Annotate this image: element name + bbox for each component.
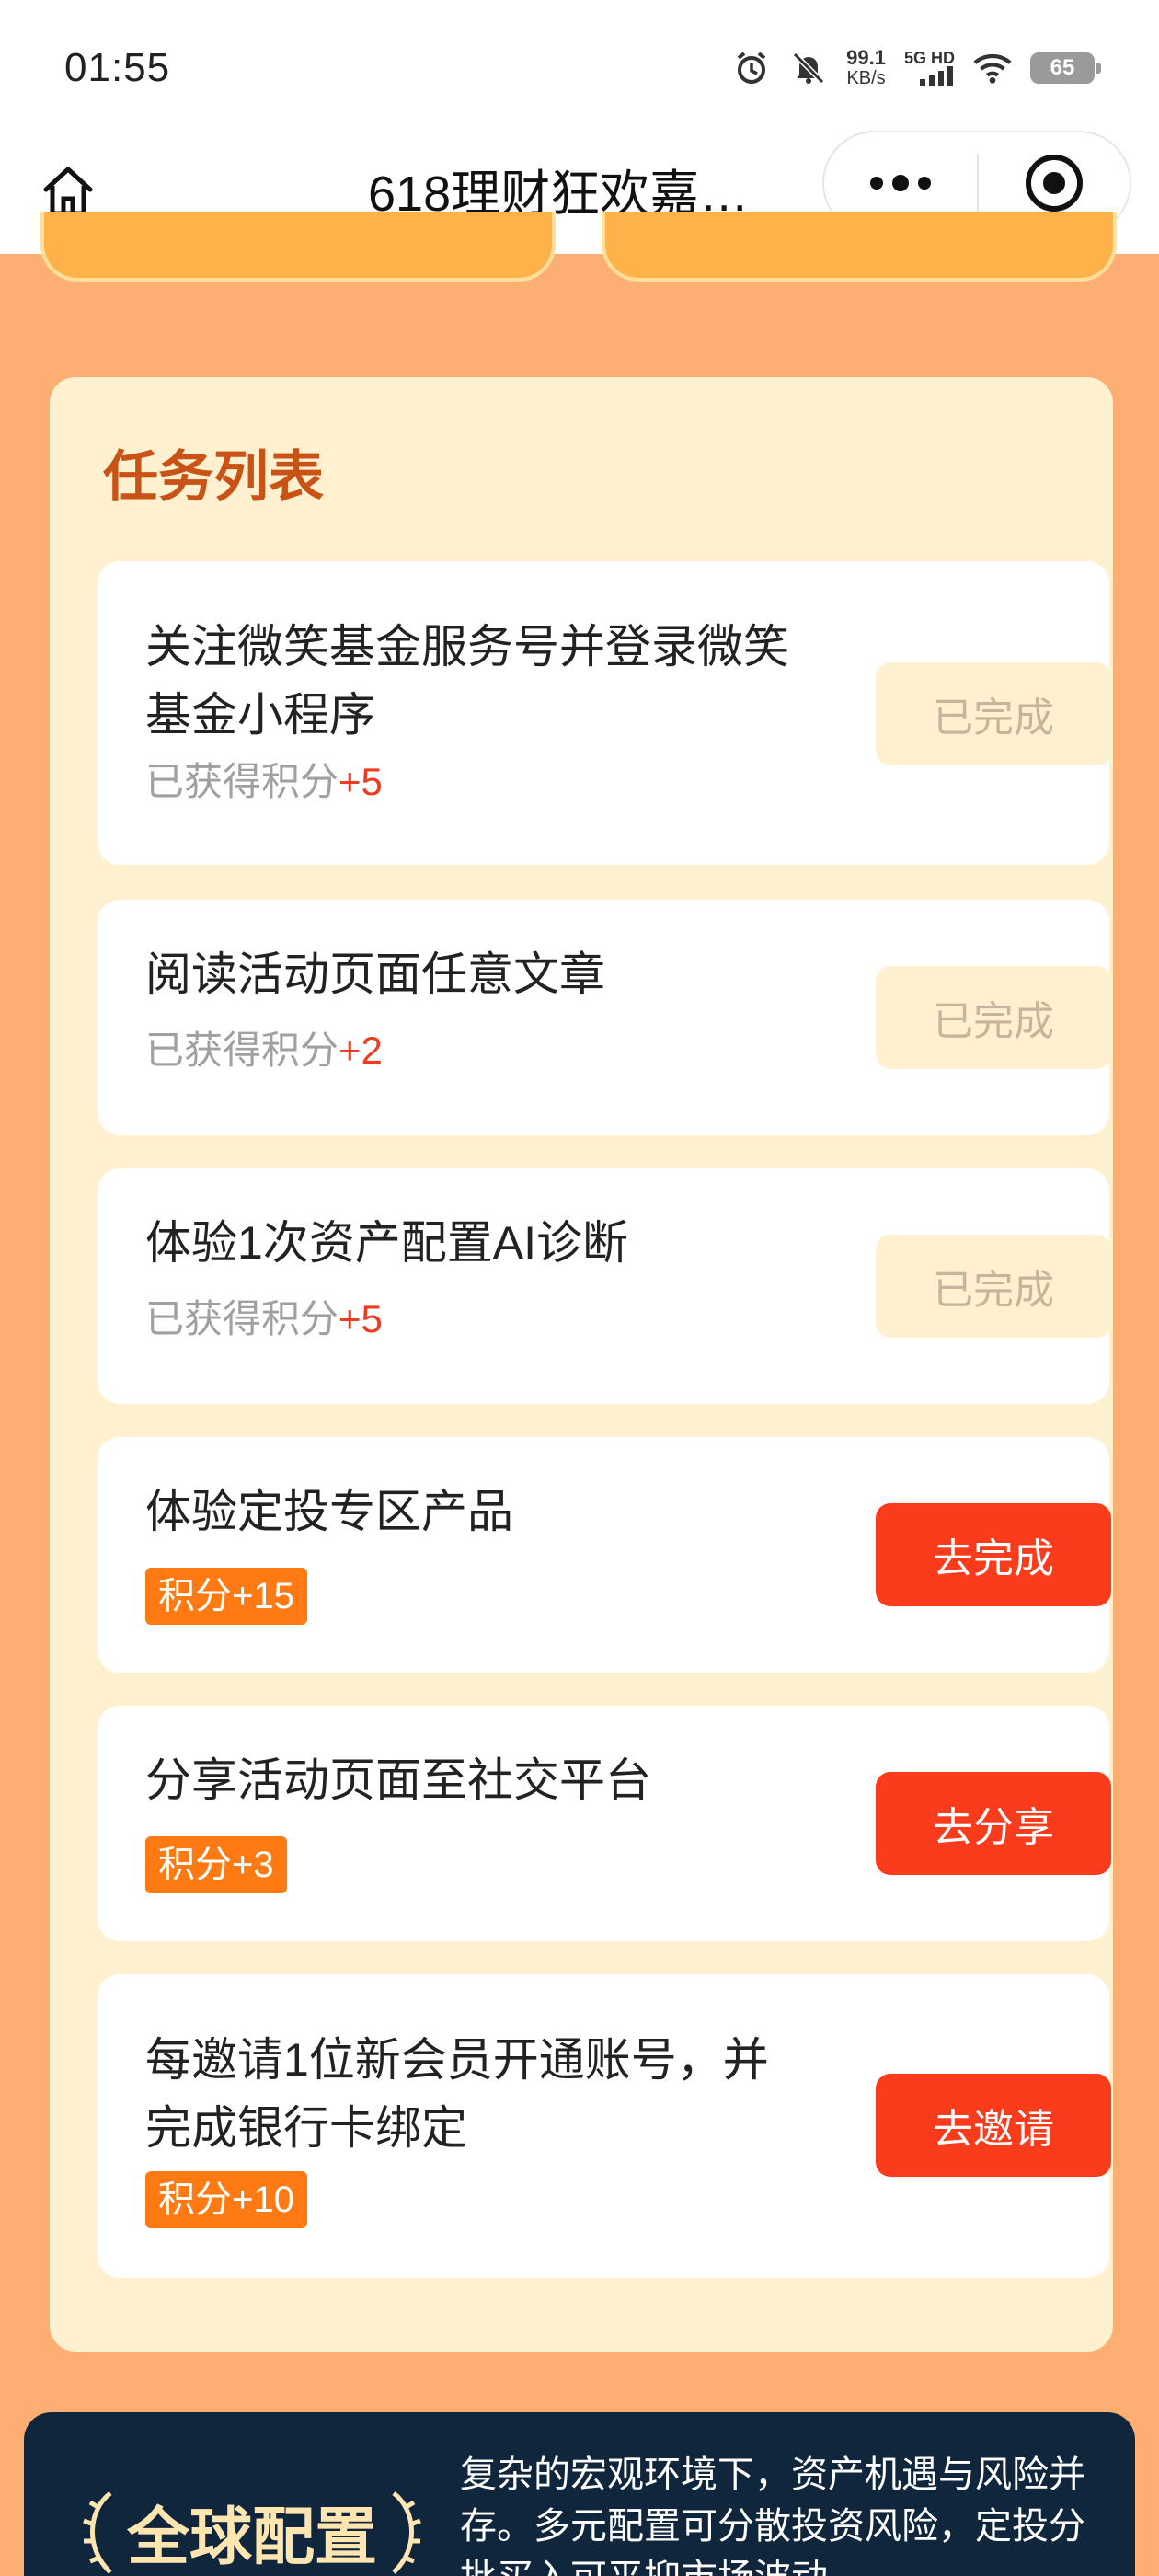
- signal-label: 5G HD: [903, 49, 955, 67]
- task-points-badge: 积分+15: [145, 1568, 307, 1625]
- task-points-label: 已获得积分: [145, 1297, 339, 1340]
- task-card: 阅读活动页面任意文章 已获得积分+2 已完成: [98, 900, 1111, 1135]
- status-icons: 99.1 KB/s 5G HD 65: [732, 46, 1101, 89]
- task-title: 关注微笑基金服务号并登录微笑基金小程序: [145, 621, 789, 741]
- task-points-label: 已获得积分: [145, 1029, 339, 1072]
- net-speed: 99.1 KB/s: [846, 46, 886, 89]
- alarm-icon: [732, 49, 771, 87]
- banner-description: 复杂的宏观环境下，资产机遇与风险并存。多元配置可分散投资风险，定投分批买入可平抑…: [460, 2455, 1085, 2576]
- task-share-button[interactable]: 去分享: [876, 1772, 1111, 1875]
- task-card: 关注微笑基金服务号并登录微笑基金小程序 已获得积分+5 已完成: [98, 561, 1111, 865]
- task-points-badge: 积分+10: [145, 2171, 307, 2228]
- net-speed-unit: KB/s: [846, 68, 886, 88]
- task-points-value: +5: [339, 760, 383, 803]
- task-title: 体验1次资产配置AI诊断: [145, 1217, 629, 1269]
- task-points-earned: 已获得积分+5: [145, 758, 383, 806]
- task-title: 分享活动页面至社交平台: [145, 1754, 651, 1806]
- task-complete-button[interactable]: 去完成: [876, 1503, 1111, 1606]
- mute-icon: [789, 49, 828, 87]
- task-points-value: +2: [339, 1029, 383, 1072]
- panel-title: 任务列表: [103, 446, 324, 508]
- task-title: 阅读活动页面任意文章: [145, 949, 605, 1000]
- task-points-badge: 积分+3: [145, 1836, 287, 1893]
- banner-title-group: 全球配置: [79, 2486, 425, 2576]
- battery-icon: 65: [1030, 52, 1101, 84]
- task-card: 分享活动页面至社交平台 积分+3 去分享: [98, 1706, 1111, 1941]
- net-speed-value: 99.1: [846, 46, 886, 69]
- task-points-value: +5: [339, 1297, 383, 1340]
- task-title: 体验定投专区产品: [145, 1486, 513, 1537]
- task-title: 每邀请1位新会员开通账号，并完成银行卡绑定: [145, 2034, 769, 2154]
- task-panel: 任务列表 关注微笑基金服务号并登录微笑基金小程序 已获得积分+5 已完成 阅读活…: [50, 377, 1113, 2352]
- task-points-earned: 已获得积分+5: [145, 1295, 383, 1343]
- status-time: 01:55: [64, 45, 171, 90]
- laurel-left-icon: [83, 2490, 112, 2574]
- task-invite-button[interactable]: 去邀请: [876, 2074, 1111, 2177]
- signal-icon: 5G HD: [904, 50, 955, 86]
- task-done-button[interactable]: 已完成: [876, 966, 1111, 1069]
- laurel-right-icon: [392, 2490, 421, 2574]
- banner-title: 全球配置: [127, 2502, 378, 2572]
- task-card: 体验定投专区产品 积分+15 去完成: [98, 1437, 1111, 1673]
- task-done-button[interactable]: 已完成: [876, 662, 1111, 765]
- task-card: 每邀请1位新会员开通账号，并完成银行卡绑定 积分+10 去邀请: [98, 1974, 1111, 2278]
- status-bar: 01:55 99.1 KB/s 5G HD 65: [0, 0, 1159, 136]
- task-points-label: 已获得积分: [145, 760, 339, 803]
- global-allocation-banner[interactable]: 全球配置 复杂的宏观环境下，资产机遇与风险并存。多元配置可分散投资风险，定投分批…: [24, 2412, 1135, 2576]
- task-card: 体验1次资产配置AI诊断 已获得积分+5 已完成: [98, 1168, 1111, 1404]
- page: 01:55 99.1 KB/s 5G HD 65 618理财狂欢嘉… 任务列表 …: [0, 0, 1159, 2576]
- task-done-button[interactable]: 已完成: [876, 1235, 1111, 1338]
- top-card-right[interactable]: [602, 212, 1117, 282]
- top-card-left[interactable]: [40, 212, 556, 282]
- wifi-icon: [973, 49, 1012, 87]
- task-points-earned: 已获得积分+2: [145, 1027, 383, 1075]
